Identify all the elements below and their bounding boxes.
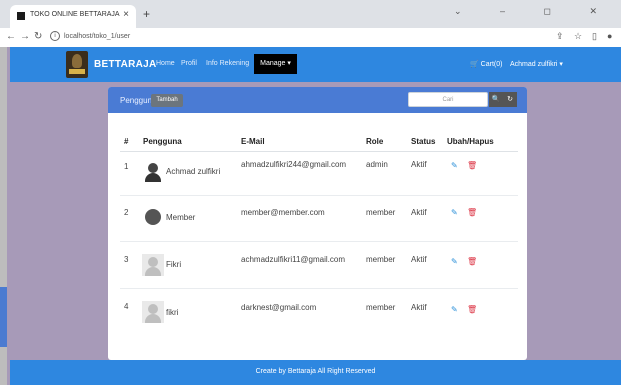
brand-name[interactable]: BETTARAJA	[94, 59, 157, 70]
user-email: ahmadzulfikri244@gmail.com	[241, 160, 347, 169]
edit-icon[interactable]: ✎	[451, 161, 458, 170]
col-header-pengguna: Pengguna	[143, 137, 182, 146]
user-email: darknest@gmail.com	[241, 303, 317, 312]
user-menu[interactable]: Achmad zulfikri ▾	[510, 60, 563, 68]
edit-icon[interactable]: ✎	[451, 208, 458, 217]
page-footer: Create by Bettaraja All Right Reserved	[10, 360, 621, 385]
nav-info-rekening[interactable]: Info Rekening	[206, 60, 249, 67]
share-icon[interactable]: ⇪	[556, 31, 564, 42]
user-email: achmadzulfikri11@gmail.com	[241, 255, 346, 264]
delete-icon[interactable]: 🗑	[467, 305, 477, 314]
edit-icon[interactable]: ✎	[451, 257, 458, 266]
col-header-role: Role	[366, 137, 384, 146]
reload-icon[interactable]: ↻	[34, 31, 42, 42]
col-header-no: #	[124, 137, 129, 146]
row-number: 1	[124, 162, 129, 171]
col-header-actions: Ubah/Hapus	[447, 137, 494, 146]
favicon-icon	[17, 12, 25, 20]
user-name: Fikri	[166, 260, 182, 269]
app-navbar: BETTARAJA Home Profil Info Rekening Mana…	[10, 47, 621, 82]
browser-tab[interactable]: TOKO ONLINE BETTARAJA ×	[10, 5, 136, 28]
add-user-button[interactable]: Tambah	[151, 94, 183, 107]
edit-icon[interactable]: ✎	[451, 305, 458, 314]
search-icon[interactable]: 🔍	[489, 92, 503, 107]
tab-title: TOKO ONLINE BETTARAJA	[30, 11, 120, 18]
user-name: fikri	[166, 308, 179, 317]
user-role: member	[366, 303, 396, 312]
user-avatar	[142, 301, 164, 323]
user-status: Aktif	[411, 255, 427, 264]
user-status: Aktif	[411, 160, 427, 169]
browser-toolbar: ← → ↻ i localhost/toko_1/user ⇪ ☆ ▯ ●	[0, 28, 621, 47]
user-name: Achmad zulfikri	[166, 167, 221, 176]
search-input[interactable]: Cari	[408, 92, 488, 107]
delete-icon[interactable]: 🗑	[467, 161, 477, 170]
brand-logo[interactable]	[66, 51, 88, 78]
user-role: admin	[366, 160, 388, 169]
sidebar-icon[interactable]: ▯	[592, 31, 597, 42]
delete-icon[interactable]: 🗑	[467, 208, 477, 217]
user-status: Aktif	[411, 208, 427, 217]
row-divider	[120, 288, 518, 289]
tab-bar: TOKO ONLINE BETTARAJA × + ⌄ – ◻ ✕	[0, 0, 621, 28]
user-name: Member	[166, 213, 196, 222]
window-controls[interactable]: ⌄ – ◻ ✕	[454, 6, 615, 17]
back-icon[interactable]: ←	[6, 31, 16, 42]
profile-icon[interactable]: ●	[607, 31, 612, 41]
row-number: 3	[124, 255, 129, 264]
user-role: member	[366, 208, 396, 217]
user-avatar	[142, 254, 164, 276]
row-number: 2	[124, 208, 129, 217]
site-info-icon[interactable]: i	[50, 31, 60, 41]
manage-dropdown[interactable]: Manage ▾	[254, 54, 297, 74]
footer-text: Create by Bettaraja All Right Reserved	[255, 368, 376, 375]
users-card: Pengguna Tambah Cari 🔍 ↻ # Pengguna E-Ma…	[108, 87, 527, 360]
forward-icon[interactable]: →	[20, 31, 30, 42]
url-text: localhost/toko_1/user	[64, 32, 131, 40]
row-divider	[120, 195, 518, 196]
user-status: Aktif	[411, 303, 427, 312]
row-divider	[120, 241, 518, 242]
browser-chrome: TOKO ONLINE BETTARAJA × + ⌄ – ◻ ✕ ← → ↻ …	[0, 0, 621, 47]
tab-close-icon[interactable]: ×	[123, 9, 129, 20]
bookmark-star-icon[interactable]: ☆	[574, 31, 582, 42]
cart-link[interactable]: 🛒 Cart(0)	[470, 60, 502, 68]
col-header-status: Status	[411, 137, 436, 146]
user-role: member	[366, 255, 396, 264]
refresh-icon[interactable]: ↻	[503, 92, 517, 107]
nav-profil[interactable]: Profil	[181, 60, 197, 67]
user-avatar	[142, 160, 164, 182]
card-header: Pengguna Tambah Cari 🔍 ↻	[108, 87, 527, 113]
left-window-highlight	[0, 287, 7, 347]
row-number: 4	[124, 302, 129, 311]
user-email: member@member.com	[241, 208, 325, 217]
new-tab-button[interactable]: +	[143, 7, 150, 21]
address-bar[interactable]: i localhost/toko_1/user	[50, 31, 130, 41]
nav-home[interactable]: Home	[156, 60, 175, 67]
left-window-edge	[0, 47, 7, 385]
col-header-email: E-Mail	[241, 137, 265, 146]
delete-icon[interactable]: 🗑	[467, 257, 477, 266]
user-avatar	[142, 207, 164, 229]
header-divider	[120, 151, 518, 152]
